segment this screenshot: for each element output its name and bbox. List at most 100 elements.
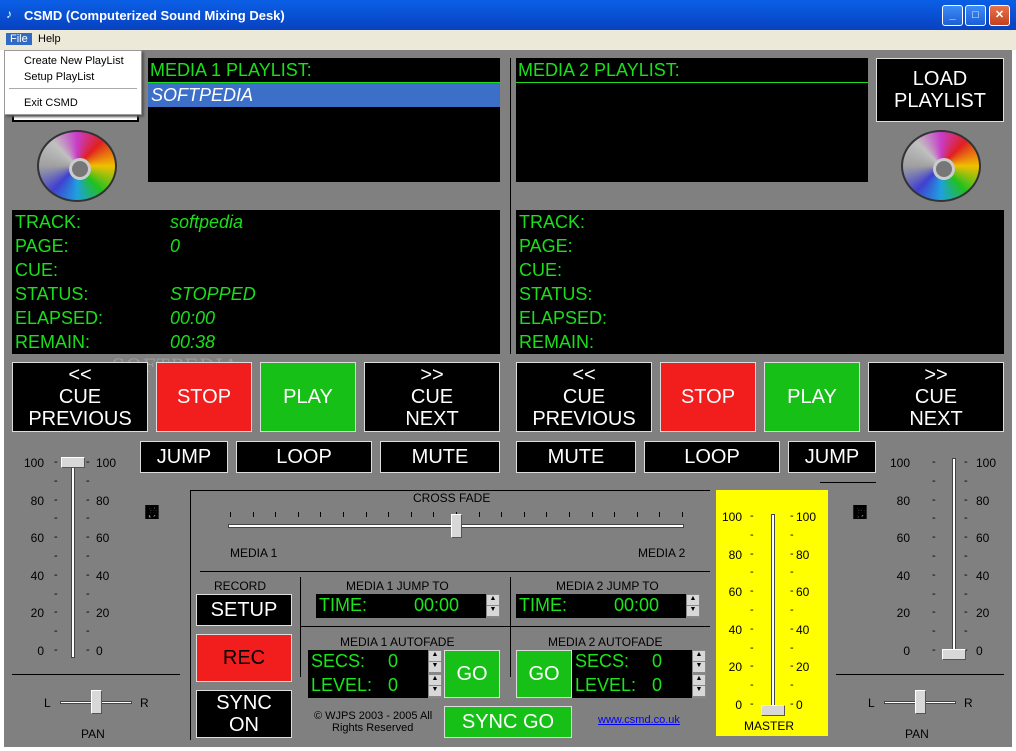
scale-dash: - [750, 698, 754, 710]
scale-dash: - [86, 493, 90, 506]
media1-playlist[interactable]: MEDIA 1 PLAYLIST: SOFTPEDIA [148, 58, 500, 182]
media2-secs-spinner[interactable]: ▲ ▼ [692, 650, 706, 674]
sync-on-label: SYNC [216, 692, 272, 714]
title-bar[interactable]: ♪ CSMD (Computerized Sound Mixing Desk) … [0, 0, 1016, 30]
media2-time-value: 00:00 [614, 595, 660, 615]
media1-play-button[interactable]: PLAY [260, 362, 356, 432]
media2-secs-field[interactable]: SECS: 0 [572, 650, 692, 674]
menu-create-playlist[interactable]: Create New PlayList [24, 55, 124, 67]
media1-autofade-title: MEDIA 1 AUTOFADE [340, 635, 455, 649]
scale-dash: - [54, 550, 58, 562]
close-button[interactable]: ✕ [989, 5, 1010, 26]
media2-cue-previous-button[interactable]: << CUE PREVIOUS [516, 362, 652, 432]
media1-time-field[interactable]: TIME: 00:00 [316, 594, 486, 618]
media2-autofade-go-button[interactable]: GO [516, 650, 572, 698]
menu-setup-playlist[interactable]: Setup PlayList [24, 71, 94, 83]
scale-tick-label: 100 [889, 456, 910, 470]
media1-pan-slider[interactable] [91, 690, 102, 714]
media2-loop-button[interactable]: LOOP [644, 441, 780, 473]
status-value: STOPPED [170, 284, 256, 304]
media1-jump-button[interactable]: JUMP [140, 441, 228, 473]
scale-dash: - [86, 456, 90, 468]
divider [12, 674, 180, 675]
crossfade-tick [659, 512, 661, 517]
media1-fader[interactable] [61, 457, 85, 468]
crossfade-tick [569, 512, 570, 517]
media2-level-spinner[interactable]: ▲ ▼ [692, 674, 706, 698]
load-playlist-label: LOAD [912, 68, 968, 90]
scale-tick-label: 20 [96, 606, 110, 621]
media1-mute-button[interactable]: MUTE [380, 441, 500, 473]
track-label: TRACK: [519, 212, 586, 232]
crossfade-tick [636, 512, 638, 517]
track-value: softpedia [170, 212, 244, 232]
cue-next-label: CUE [914, 386, 958, 408]
crossfade-tick [546, 512, 548, 517]
media1-level-spinner[interactable]: ▲ ▼ [428, 674, 442, 698]
sync-on-button[interactable]: SYNC ON [196, 690, 292, 738]
scale-tick-label: 80 [728, 547, 742, 562]
media2-cue-next-button[interactable]: >> CUE NEXT [868, 362, 1004, 432]
media2-play-button[interactable]: PLAY [764, 362, 860, 432]
crossfade-tick [252, 512, 254, 517]
media2-pan-slider[interactable] [915, 690, 926, 714]
media2-playlist[interactable]: MEDIA 2 PLAYLIST: [516, 58, 868, 182]
website-link[interactable]: www.csmd.co.uk [598, 714, 680, 726]
menu-separator [9, 88, 137, 89]
divider [836, 674, 1004, 675]
media1-cue-previous-button[interactable]: << CUE PREVIOUS [12, 362, 148, 432]
media2-time-field[interactable]: TIME: 00:00 [516, 594, 686, 618]
media1-cd-icon [37, 130, 117, 202]
media2-level-field[interactable]: LEVEL: 0 [572, 674, 692, 698]
scale-dash: - [790, 604, 794, 616]
media2-stop-button[interactable]: STOP [660, 362, 756, 432]
scale-tick-label: 0 [96, 644, 103, 658]
media1-level-field[interactable]: LEVEL: 0 [308, 674, 428, 698]
divider [516, 82, 868, 83]
cue-previous-label: PREVIOUS [532, 408, 636, 430]
scale-dash: - [54, 568, 58, 581]
menu-file[interactable]: File [6, 33, 32, 45]
load-playlist-button[interactable]: LOAD PLAYLIST [876, 58, 1004, 122]
media1-autofade-go-button[interactable]: GO [444, 650, 500, 698]
rec-button[interactable]: REC [196, 634, 292, 682]
crossfade-tick [320, 512, 322, 517]
setup-button[interactable]: SETUP [196, 594, 292, 626]
master-fader[interactable] [761, 705, 785, 716]
minimize-button[interactable]: _ [942, 5, 963, 26]
maximize-button[interactable]: □ [965, 5, 986, 26]
media2-time-spinner[interactable]: ▲ ▼ [686, 594, 700, 618]
media1-secs-field[interactable]: SECS: 0 [308, 650, 428, 674]
media1-fader-track [71, 462, 75, 658]
media1-stop-button[interactable]: STOP [156, 362, 252, 432]
media2-fader[interactable] [942, 649, 966, 660]
cue-next-label: NEXT [405, 408, 459, 430]
sync-go-button[interactable]: SYNC GO [444, 706, 572, 738]
crossfade-tick [343, 512, 344, 517]
media1-loop-button[interactable]: LOOP [236, 441, 372, 473]
scale-dash: - [964, 550, 968, 562]
remain-label: REMAIN: [519, 332, 595, 352]
playlist-item[interactable]: SOFTPEDIA [148, 83, 500, 107]
media1-time-spinner[interactable]: ▲ ▼ [486, 594, 500, 618]
scale-dash: - [750, 641, 754, 654]
page-label: PAGE: [519, 236, 573, 256]
scale-tick-label: 100 [23, 456, 44, 470]
scale-dash: - [932, 512, 936, 525]
menu-exit[interactable]: Exit CSMD [24, 97, 78, 109]
media-letter: 1 [146, 502, 158, 524]
scale-dash: - [932, 625, 936, 638]
scale-dash: - [750, 660, 754, 673]
menu-help[interactable]: Help [34, 33, 65, 45]
media2-jump-button[interactable]: JUMP [788, 441, 876, 473]
media1-cue-next-button[interactable]: >> CUE NEXT [364, 362, 500, 432]
crossfade-slider[interactable] [451, 514, 462, 538]
scale-dash: - [790, 528, 794, 541]
scale-dash: - [790, 660, 794, 673]
media1-secs-spinner[interactable]: ▲ ▼ [428, 650, 442, 674]
scale-dash: - [86, 625, 90, 638]
scale-tick-label: 20 [30, 606, 44, 621]
scale-dash: - [54, 625, 58, 638]
media2-mute-button[interactable]: MUTE [516, 441, 636, 473]
scale-tick-label: 20 [728, 660, 742, 675]
